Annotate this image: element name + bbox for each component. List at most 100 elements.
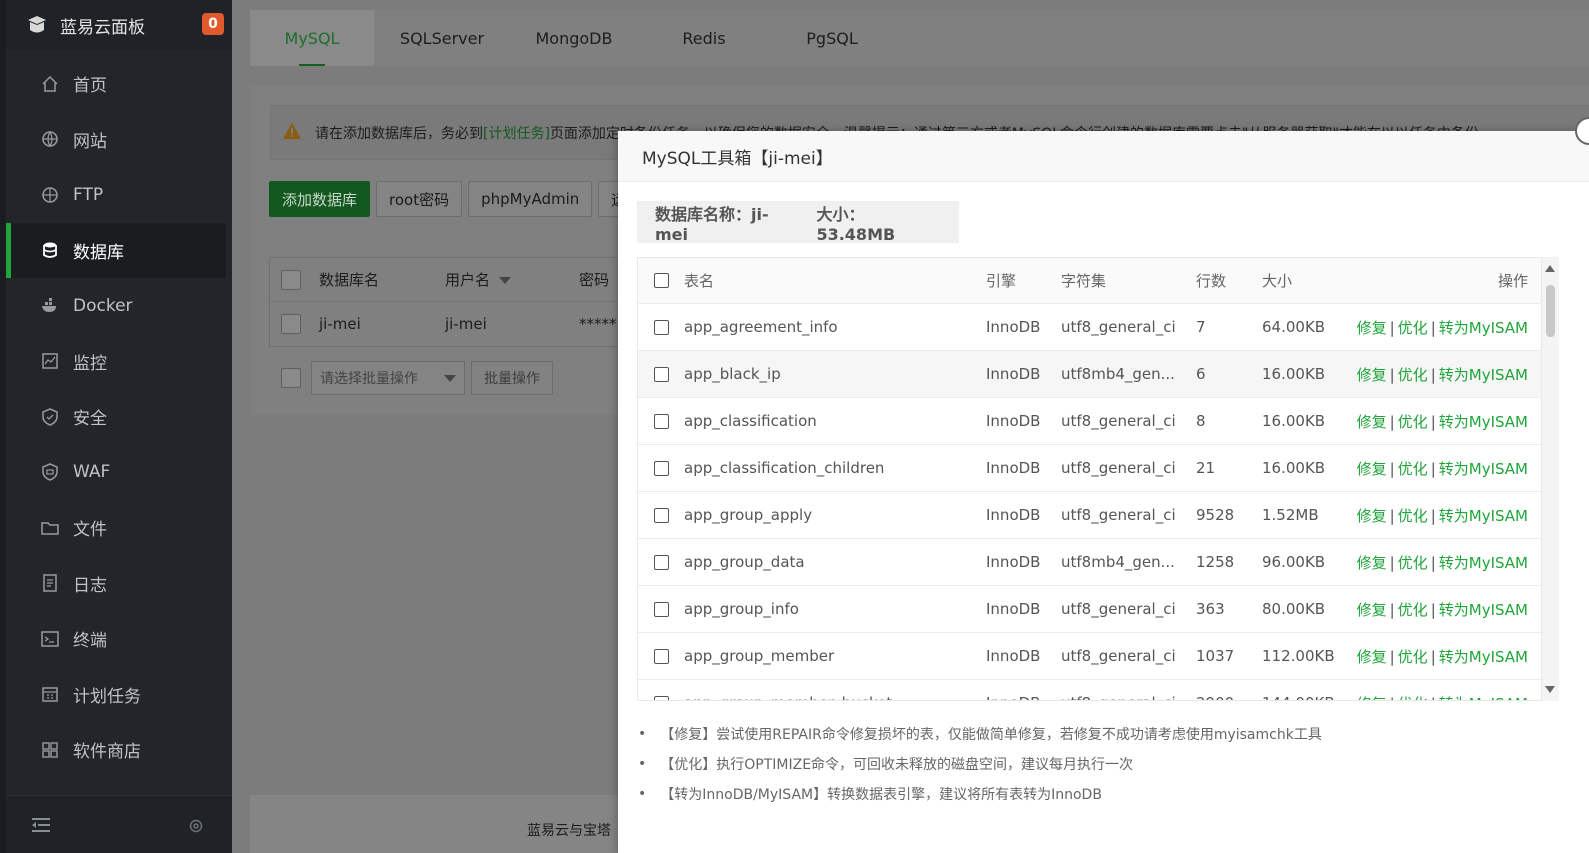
db-name-label: 数据库名称：ji-mei — [655, 204, 769, 244]
optimize-link[interactable]: 优化 — [1398, 413, 1428, 431]
grid-icon — [40, 740, 60, 760]
scroll-up-icon[interactable] — [1545, 265, 1555, 272]
sidebar-item-9[interactable]: 日志 — [6, 556, 226, 612]
col-username[interactable]: 用户名 — [445, 269, 579, 290]
optimize-link[interactable]: 优化 — [1398, 507, 1428, 525]
row-checkbox[interactable] — [653, 554, 669, 570]
repair-link[interactable]: 修复 — [1357, 413, 1387, 431]
sidebar-item-11[interactable]: 计划任务 — [6, 667, 226, 723]
engine-cell: InnoDB — [986, 694, 1061, 700]
settings-gear-icon[interactable] — [188, 818, 204, 838]
optimize-link[interactable]: 优化 — [1398, 319, 1428, 337]
optimize-link[interactable]: 优化 — [1398, 648, 1428, 666]
brand[interactable]: 蓝易云面板 0 — [6, 0, 232, 50]
sidebar: 蓝易云面板 0 首页 网站 FTP 数据库 Docker 监控 安全 WAF 文件日志 终端 计划任… — [0, 0, 232, 853]
sidebar-item-1[interactable]: 网站 — [6, 112, 226, 168]
root-password-button[interactable]: root密码 — [376, 181, 463, 217]
batch-checkbox[interactable] — [281, 368, 301, 388]
repair-link[interactable]: 修复 — [1357, 319, 1387, 337]
tab-sqlserver[interactable]: SQLServer — [374, 10, 510, 66]
ftp-icon — [40, 185, 60, 205]
repair-link[interactable]: 修复 — [1357, 695, 1387, 701]
db-toolbar: 添加数据库 root密码 phpMyAdmin 远 — [269, 181, 645, 217]
sidebar-item-7[interactable]: WAF — [6, 445, 226, 501]
row-checkbox[interactable] — [653, 648, 669, 664]
repair-link[interactable]: 修复 — [1357, 554, 1387, 572]
row-checkbox[interactable] — [653, 507, 669, 523]
repair-link[interactable]: 修复 — [1357, 601, 1387, 619]
optimize-link[interactable]: 优化 — [1398, 460, 1428, 478]
row-checkbox[interactable] — [653, 413, 669, 429]
repair-link[interactable]: 修复 — [1357, 460, 1387, 478]
row-checkbox[interactable] — [653, 695, 669, 700]
col-engine: 引擎 — [986, 272, 1017, 290]
convert-myisam-link[interactable]: 转为MyISAM — [1439, 554, 1528, 572]
batch-operation-button[interactable]: 批量操作 — [471, 361, 553, 395]
repair-link[interactable]: 修复 — [1357, 648, 1387, 666]
tables-grid[interactable]: 表名 引擎 字符集 行数 大小 操作 app_agreement_info Inn… — [637, 257, 1542, 701]
sidebar-item-4[interactable]: Docker — [6, 278, 226, 334]
repair-link[interactable]: 修复 — [1357, 366, 1387, 384]
collapse-menu-icon[interactable] — [32, 818, 50, 836]
sidebar-item-3[interactable]: 数据库 — [6, 222, 226, 278]
batch-select[interactable]: 请选择批量操作 — [311, 361, 465, 395]
row-checkbox[interactable] — [653, 319, 669, 335]
sidebar-item-10[interactable]: 终端 — [6, 611, 226, 667]
repair-link[interactable]: 修复 — [1357, 507, 1387, 525]
convert-myisam-link[interactable]: 转为MyISAM — [1439, 648, 1528, 666]
charset-cell: utf8_general_ci — [1061, 506, 1176, 524]
db-name-cell[interactable]: ji-mei — [319, 315, 445, 333]
select-all-tables-checkbox[interactable] — [653, 273, 669, 288]
db-type-tabs: MySQL SQLServer MongoDB Redis PgSQL — [250, 10, 1589, 66]
convert-myisam-link[interactable]: 转为MyISAM — [1439, 319, 1528, 337]
add-database-button[interactable]: 添加数据库 — [269, 181, 371, 217]
table-name-cell: app_group_data — [684, 553, 805, 571]
table-row: app_group_info InnoDB utf8_general_ci 363 80… — [638, 586, 1541, 633]
convert-myisam-link[interactable]: 转为MyISAM — [1439, 507, 1528, 525]
sidebar-item-8[interactable]: 文件 — [6, 500, 226, 556]
sidebar-item-0[interactable]: 首页 — [6, 56, 226, 112]
sidebar-item-12[interactable]: 软件商店 — [6, 722, 226, 778]
convert-myisam-link[interactable]: 转为MyISAM — [1439, 366, 1528, 384]
optimize-link[interactable]: 优化 — [1398, 554, 1428, 572]
operations-cell: 修复|优化|转为MyISAM — [1356, 506, 1528, 525]
phpmyadmin-button[interactable]: phpMyAdmin — [468, 181, 593, 217]
col-charset: 字符集 — [1061, 272, 1107, 290]
toolbox-notes: 【修复】尝试使用REPAIR命令修复损坏的表，仅能做简单修复，若修复不成功请考虑… — [638, 719, 1322, 809]
row-checkbox[interactable] — [653, 366, 669, 382]
tables-grid-body: app_agreement_info InnoDB utf8_general_ci 7… — [638, 304, 1541, 701]
sidebar-item-label: 文件 — [73, 520, 107, 541]
notice-text-pre: 请在添加数据库后，务必到 — [315, 125, 483, 142]
cron-task-link[interactable]: [计划任务] — [483, 123, 550, 143]
engine-cell: InnoDB — [986, 365, 1041, 383]
chevron-down-icon — [444, 374, 456, 382]
tab-mysql[interactable]: MySQL — [250, 10, 374, 66]
tab-mongodb[interactable]: MongoDB — [510, 10, 638, 66]
scroll-thumb[interactable] — [1546, 285, 1555, 337]
notification-badge[interactable]: 0 — [202, 13, 224, 35]
convert-myisam-link[interactable]: 转为MyISAM — [1439, 601, 1528, 619]
convert-myisam-link[interactable]: 转为MyISAM — [1439, 413, 1528, 431]
operations-cell: 修复|优化|转为MyISAM — [1356, 600, 1528, 619]
convert-myisam-link[interactable]: 转为MyISAM — [1439, 460, 1528, 478]
sidebar-item-2[interactable]: FTP — [6, 167, 226, 223]
size-cell: 96.00KB — [1262, 553, 1326, 571]
select-all-checkbox[interactable] — [281, 269, 301, 290]
row-checkbox[interactable] — [653, 460, 669, 476]
tab-pgsql[interactable]: PgSQL — [770, 10, 894, 66]
sidebar-item-6[interactable]: 安全 — [6, 389, 226, 445]
operations-cell: 修复|优化|转为MyISAM — [1356, 318, 1528, 337]
convert-myisam-link[interactable]: 转为MyISAM — [1439, 695, 1528, 701]
optimize-link[interactable]: 优化 — [1398, 366, 1428, 384]
tables-scrollbar[interactable] — [1542, 257, 1559, 701]
charset-cell: utf8_general_ci — [1061, 694, 1196, 700]
optimize-link[interactable]: 优化 — [1398, 695, 1428, 701]
tab-redis[interactable]: Redis — [638, 10, 770, 66]
row-checkbox[interactable] — [281, 314, 301, 334]
row-checkbox[interactable] — [653, 601, 669, 617]
sidebar-item-5[interactable]: 监控 — [6, 334, 226, 390]
optimize-link[interactable]: 优化 — [1398, 601, 1428, 619]
table-name-cell: app_classification — [684, 412, 817, 430]
engine-cell: InnoDB — [986, 553, 1041, 571]
scroll-down-icon[interactable] — [1545, 686, 1555, 693]
